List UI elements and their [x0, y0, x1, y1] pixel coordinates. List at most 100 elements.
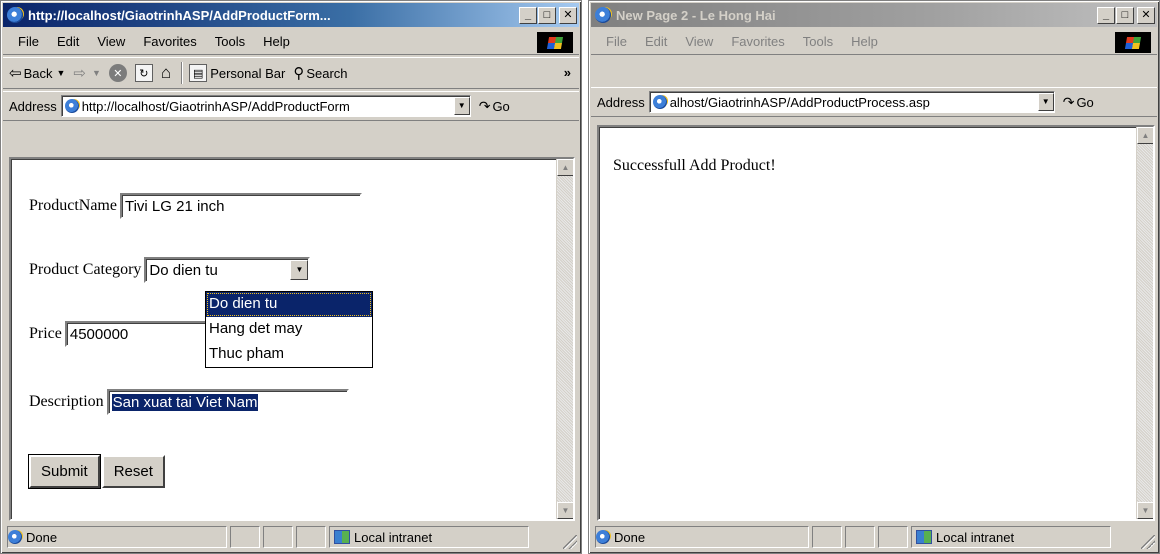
minimize-button[interactable]: _	[519, 6, 537, 24]
address-input[interactable]: alhost/GiaotrinhASP/AddProductProcess.as…	[648, 91, 1055, 113]
status-text: Done	[26, 529, 58, 545]
security-zone-panel: Local intranet	[911, 526, 1111, 548]
menu-tools[interactable]: Tools	[794, 34, 842, 49]
menu-file[interactable]: File	[9, 34, 48, 49]
product-category-label: Product Category	[29, 261, 142, 278]
status-panel	[230, 526, 260, 548]
page-icon	[8, 530, 22, 544]
menu-help[interactable]: Help	[842, 34, 887, 49]
minimize-button[interactable]: _	[1097, 6, 1115, 24]
status-text: Done	[614, 529, 646, 545]
windows-logo-icon	[1115, 32, 1151, 53]
close-button[interactable]: ✕	[559, 6, 577, 24]
menu-bar: File Edit View Favorites Tools Help	[591, 29, 1157, 55]
category-dropdown-list: Do dien tu Hang det may Thuc pham	[205, 291, 373, 368]
home-button[interactable]: ⌂	[161, 63, 171, 83]
description-input[interactable]: San xuat tai Viet Nam	[106, 389, 349, 415]
scroll-down-icon[interactable]: ▼	[1137, 502, 1153, 519]
refresh-button[interactable]: ↻	[134, 64, 153, 82]
maximize-button[interactable]: □	[1116, 6, 1134, 24]
reset-button[interactable]: Reset	[101, 455, 165, 488]
category-option[interactable]: Do dien tu	[206, 292, 372, 317]
zone-text: Local intranet	[354, 529, 433, 545]
intranet-zone-icon	[916, 530, 932, 544]
go-label: Go	[1076, 94, 1094, 110]
personal-bar-button[interactable]: ▤ Personal Bar	[189, 64, 285, 82]
vertical-scrollbar[interactable]: ▲ ▼	[1136, 127, 1153, 519]
address-bar: Address http://localhost/GiaotrinhASP/Ad…	[3, 91, 579, 121]
menu-favorites[interactable]: Favorites	[722, 34, 793, 49]
menu-view[interactable]: View	[88, 34, 134, 49]
form-buttons: Submit Reset	[28, 454, 165, 489]
menu-tools[interactable]: Tools	[206, 34, 254, 49]
menu-help[interactable]: Help	[254, 34, 299, 49]
menu-bar: File Edit View Favorites Tools Help	[3, 29, 579, 55]
price-row: Price 4500000	[29, 321, 225, 347]
back-button[interactable]: ⇦ Back ▼	[9, 64, 65, 82]
status-panel	[845, 526, 875, 548]
go-arrow-icon: ↷	[1062, 93, 1075, 110]
page-icon	[652, 95, 667, 109]
status-text-panel: Done	[7, 526, 227, 548]
resize-grip-icon[interactable]	[563, 535, 577, 549]
chevron-down-icon[interactable]: ▼	[56, 68, 65, 78]
product-category-select[interactable]: Do dien tu ▼	[144, 257, 311, 283]
internet-explorer-icon	[595, 7, 611, 23]
search-label: Search	[306, 65, 348, 81]
submit-button[interactable]: Submit	[28, 454, 101, 489]
go-button[interactable]: ↷ Go	[1063, 94, 1094, 111]
scroll-down-icon[interactable]: ▼	[557, 502, 573, 519]
success-message: Successfull Add Product!	[613, 157, 776, 174]
product-name-label: ProductName	[29, 197, 117, 214]
zone-text: Local intranet	[936, 529, 1015, 545]
status-text-panel: Done	[595, 526, 809, 548]
menu-edit[interactable]: Edit	[636, 34, 676, 49]
toolbar-separator	[181, 62, 184, 84]
window-title: New Page 2 - Le Hong Hai	[616, 7, 776, 23]
vertical-scrollbar[interactable]: ▲ ▼	[556, 159, 573, 519]
product-category-row: Product Category Do dien tu ▼	[29, 257, 311, 283]
maximize-button[interactable]: □	[538, 6, 556, 24]
category-option[interactable]: Thuc pham	[206, 342, 372, 367]
menu-file[interactable]: File	[597, 34, 636, 49]
scroll-up-icon[interactable]: ▲	[557, 159, 573, 176]
price-label: Price	[29, 325, 62, 342]
resize-grip-icon[interactable]	[1141, 535, 1155, 549]
forward-button[interactable]: ⇨ ▼	[73, 64, 101, 82]
status-bar: Done Local intranet	[591, 523, 1157, 551]
go-arrow-icon: ↷	[478, 97, 491, 114]
menu-favorites[interactable]: Favorites	[134, 34, 205, 49]
address-dropdown-icon[interactable]: ▼	[453, 97, 470, 115]
menu-edit[interactable]: Edit	[48, 34, 88, 49]
category-option[interactable]: Hang det may	[206, 317, 372, 342]
title-bar[interactable]: http://localhost/GiaotrinhASP/AddProduct…	[3, 3, 579, 27]
stop-button[interactable]: ✕	[108, 64, 127, 82]
search-button[interactable]: ⚲ Search	[293, 64, 347, 82]
refresh-icon: ↻	[134, 64, 153, 82]
home-icon: ⌂	[160, 63, 172, 82]
window-title: http://localhost/GiaotrinhASP/AddProduct…	[28, 7, 331, 23]
toolbar-overflow-icon[interactable]: »	[564, 65, 571, 80]
description-value: San xuat tai Viet Nam	[111, 393, 259, 411]
browser-window-add-product-form: http://localhost/GiaotrinhASP/AddProduct…	[0, 0, 582, 554]
description-row: Description San xuat tai Viet Nam	[29, 389, 349, 415]
status-bar: Done Local intranet	[3, 523, 579, 551]
address-label: Address	[9, 98, 57, 114]
product-name-input[interactable]: Tivi LG 21 inch	[119, 193, 362, 219]
page-icon	[64, 99, 79, 113]
go-button[interactable]: ↷ Go	[479, 98, 510, 115]
chevron-down-icon[interactable]: ▼	[290, 260, 309, 280]
scroll-up-icon[interactable]: ▲	[1137, 127, 1153, 144]
internet-explorer-icon	[7, 7, 23, 23]
address-dropdown-icon[interactable]: ▼	[1037, 93, 1054, 111]
close-button[interactable]: ✕	[1137, 6, 1155, 24]
status-panel	[296, 526, 326, 548]
menu-view[interactable]: View	[676, 34, 722, 49]
chevron-down-icon[interactable]: ▼	[92, 68, 101, 78]
browser-window-add-product-process: New Page 2 - Le Hong Hai _ □ ✕ File Edit…	[588, 0, 1160, 554]
address-input[interactable]: http://localhost/GiaotrinhASP/AddProduct…	[60, 95, 471, 117]
description-label: Description	[29, 393, 104, 410]
forward-arrow-icon: ⇨	[73, 65, 86, 82]
price-input[interactable]: 4500000	[64, 321, 225, 347]
title-bar[interactable]: New Page 2 - Le Hong Hai _ □ ✕	[591, 3, 1157, 27]
